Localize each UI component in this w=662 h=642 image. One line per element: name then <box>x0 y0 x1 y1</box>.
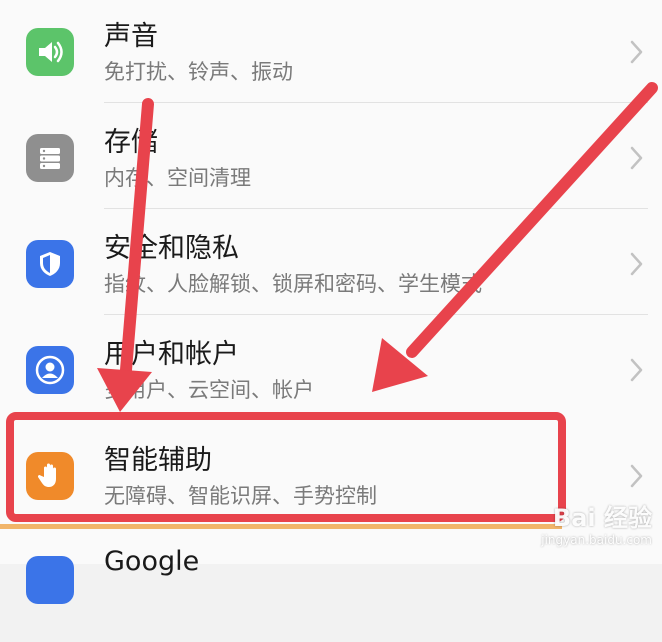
annotation-arrows <box>97 82 658 412</box>
watermark: Bai 经验 jingyan.baidu.com <box>541 506 652 546</box>
watermark-url: jingyan.baidu.com <box>541 533 652 547</box>
arrow-down-annotation <box>97 98 154 412</box>
arrow-diagonal-annotation <box>372 82 658 392</box>
watermark-logo: Bai 经验 <box>552 504 652 532</box>
